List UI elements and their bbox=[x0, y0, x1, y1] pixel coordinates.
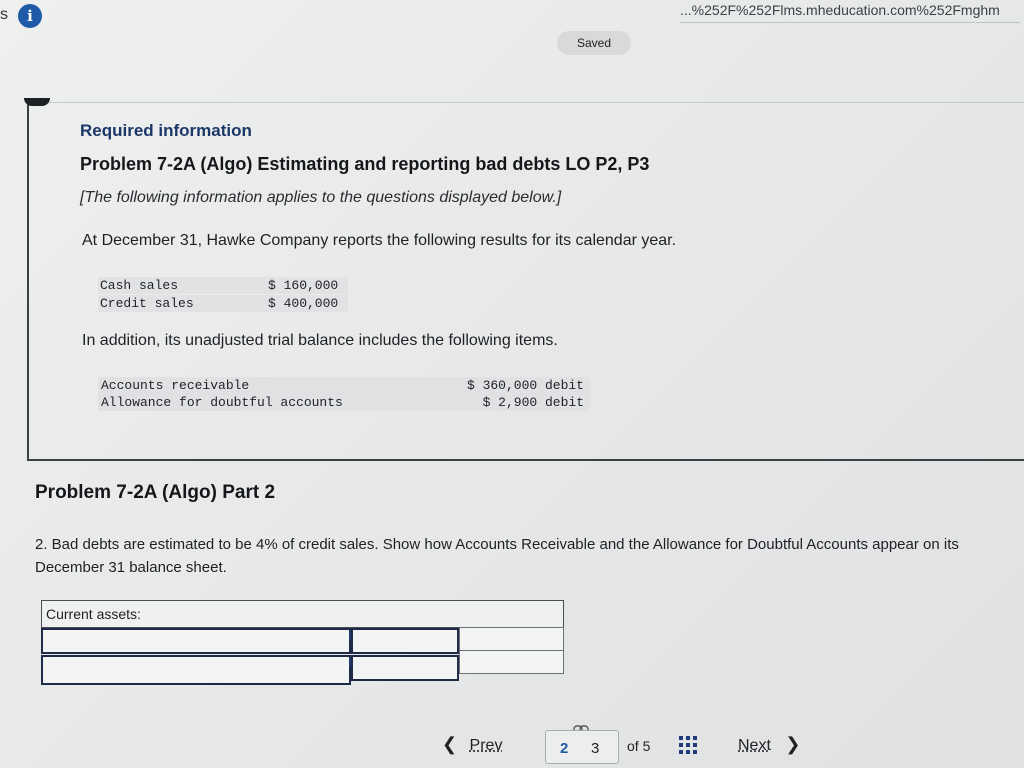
amount-input-row-2[interactable] bbox=[351, 655, 459, 681]
company-intro-text: At December 31, Hawke Company reports th… bbox=[82, 232, 676, 250]
bookmark-flag-icon bbox=[24, 98, 50, 106]
current-assets-header: Current assets: bbox=[41, 600, 564, 628]
account-select-row-2[interactable] bbox=[41, 655, 351, 685]
info-icon[interactable]: i bbox=[18, 4, 42, 28]
trial-balance-label: Allowance for doubtful accounts bbox=[101, 395, 343, 410]
problem-title: Problem 7-2A (Algo) Estimating and repor… bbox=[80, 154, 649, 175]
balance-sheet-answer-table: Current assets: bbox=[41, 600, 564, 685]
sales-label: Cash sales bbox=[100, 278, 178, 293]
browser-url[interactable]: ...%252F%252Flms.mheducation.com%252Fmgh… bbox=[680, 2, 1020, 23]
next-label: Next bbox=[738, 737, 771, 754]
next-button[interactable]: Next ❯ bbox=[738, 734, 800, 764]
sales-label: Credit sales bbox=[100, 296, 194, 311]
prev-button[interactable]: ❮ Prev bbox=[442, 734, 502, 764]
saved-status-badge: Saved bbox=[557, 31, 631, 55]
sales-value: $ 400,000 bbox=[268, 296, 338, 311]
total-input-row-1[interactable] bbox=[459, 627, 564, 651]
page-total: of 5 bbox=[627, 738, 650, 754]
sales-row-cash: Cash sales $ 160,000 bbox=[98, 277, 348, 294]
page-selector[interactable]: 2 3 bbox=[545, 730, 619, 764]
prev-label: Prev bbox=[470, 737, 503, 754]
chevron-right-icon: ❯ bbox=[785, 734, 800, 754]
trial-balance-row-ar: Accounts receivable $ 360,000 debit bbox=[98, 377, 590, 394]
trial-balance-intro: In addition, its unadjusted trial balanc… bbox=[82, 332, 558, 350]
trial-balance-value: $ 2,900 debit bbox=[483, 395, 584, 410]
amount-input-row-1[interactable] bbox=[351, 628, 459, 654]
applies-note: [The following information applies to th… bbox=[80, 189, 561, 207]
grid-menu-icon[interactable] bbox=[678, 735, 698, 755]
sales-value: $ 160,000 bbox=[268, 278, 338, 293]
current-page-number[interactable]: 2 bbox=[560, 740, 568, 757]
required-information-heading: Required information bbox=[80, 121, 252, 141]
total-input-row-2[interactable] bbox=[459, 650, 564, 674]
current-assets-label: Current assets: bbox=[46, 606, 141, 622]
next-page-number[interactable]: 3 bbox=[591, 740, 599, 757]
trial-balance-label: Accounts receivable bbox=[101, 378, 249, 393]
browser-tab-fragment: s bbox=[0, 6, 8, 24]
trial-balance-row-allowance: Allowance for doubtful accounts $ 2,900 … bbox=[98, 394, 590, 411]
account-select-row-1[interactable] bbox=[41, 628, 351, 654]
question-text: 2. Bad debts are estimated to be 4% of c… bbox=[35, 533, 1020, 579]
part-title: Problem 7-2A (Algo) Part 2 bbox=[35, 482, 275, 504]
chevron-left-icon: ❮ bbox=[442, 734, 457, 754]
trial-balance-value: $ 360,000 debit bbox=[467, 378, 584, 393]
sales-row-credit: Credit sales $ 400,000 bbox=[98, 295, 348, 312]
